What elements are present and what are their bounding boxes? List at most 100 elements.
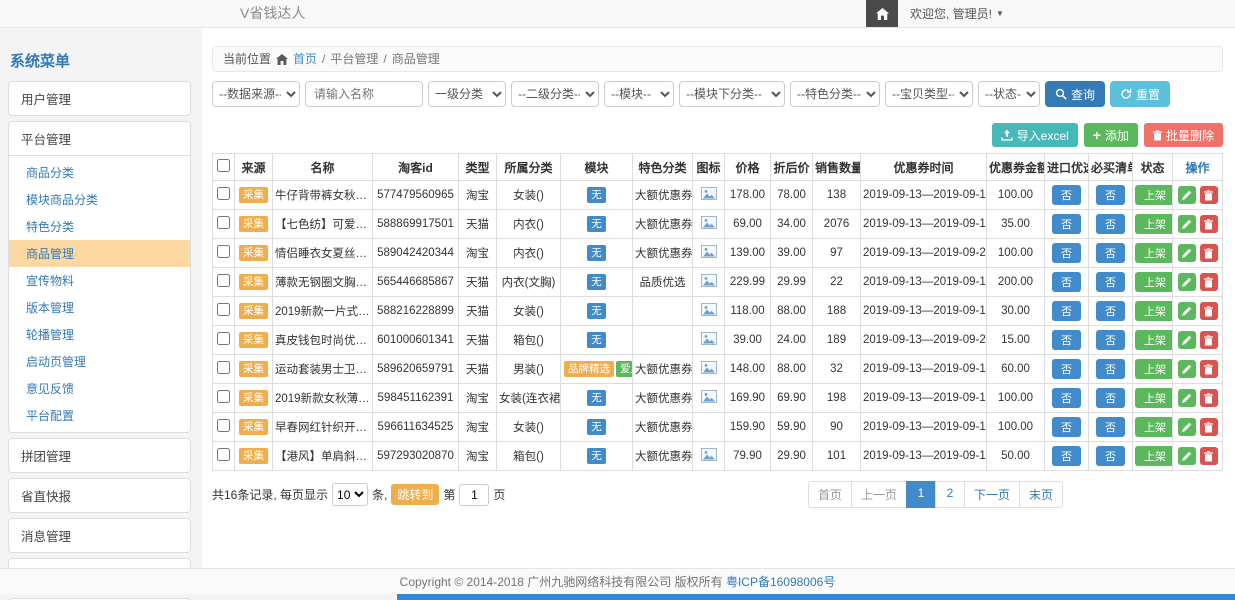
must-buy-toggle[interactable]: 否 xyxy=(1096,330,1125,350)
must-buy-toggle[interactable]: 否 xyxy=(1096,417,1125,437)
sidebar-subitem[interactable]: 商品分类 xyxy=(9,159,190,186)
select-all-checkbox[interactable] xyxy=(217,159,230,172)
import-select-toggle[interactable]: 否 xyxy=(1052,388,1081,408)
import-select-toggle[interactable]: 否 xyxy=(1052,446,1081,466)
must-buy-toggle[interactable]: 否 xyxy=(1096,359,1125,379)
must-buy-toggle[interactable]: 否 xyxy=(1096,214,1125,234)
sidebar-item[interactable]: 消息管理 xyxy=(9,519,190,552)
import-select-toggle[interactable]: 否 xyxy=(1052,301,1081,321)
import-select-toggle[interactable]: 否 xyxy=(1052,185,1081,205)
sidebar-subitem[interactable]: 启动页管理 xyxy=(9,348,190,375)
page-button[interactable]: 上一页 xyxy=(851,481,907,508)
status-toggle[interactable]: 上架 xyxy=(1135,214,1173,234)
import-select-toggle[interactable]: 否 xyxy=(1052,214,1081,234)
filter-level2-category-select[interactable]: --二级分类-- xyxy=(511,81,599,107)
delete-button[interactable] xyxy=(1200,273,1218,291)
jump-button[interactable]: 跳转到 xyxy=(391,484,439,505)
must-buy-toggle[interactable]: 否 xyxy=(1096,243,1125,263)
jump-page-input[interactable] xyxy=(459,484,489,506)
filter-module-select[interactable]: --模块-- xyxy=(604,81,674,107)
page-button[interactable]: 下一页 xyxy=(964,481,1020,508)
edit-button[interactable] xyxy=(1178,302,1196,320)
edit-button[interactable] xyxy=(1178,244,1196,262)
sidebar-subitem[interactable]: 商品管理 xyxy=(9,240,190,267)
name-search-input[interactable] xyxy=(305,81,423,107)
delete-button[interactable] xyxy=(1200,360,1218,378)
delete-button[interactable] xyxy=(1200,215,1218,233)
status-toggle[interactable]: 上架 xyxy=(1135,330,1173,350)
row-checkbox[interactable] xyxy=(217,361,230,374)
sidebar-subitem[interactable]: 意见反馈 xyxy=(9,375,190,402)
row-checkbox[interactable] xyxy=(217,419,230,432)
filter-level1-category-select[interactable]: 一级分类 xyxy=(428,81,506,107)
row-checkbox[interactable] xyxy=(217,216,230,229)
edit-button[interactable] xyxy=(1178,389,1196,407)
icp-link[interactable]: 粤ICP备16098006号 xyxy=(726,575,835,589)
must-buy-toggle[interactable]: 否 xyxy=(1096,185,1125,205)
filter-item-type-select[interactable]: --宝贝类型-- xyxy=(885,81,973,107)
sidebar-item[interactable]: 拼团管理 xyxy=(9,439,190,472)
import-excel-button[interactable]: 导入excel xyxy=(992,123,1078,147)
row-checkbox[interactable] xyxy=(217,274,230,287)
filter-status-select[interactable]: --状态-- xyxy=(978,81,1040,107)
filter-module-subcategory-select[interactable]: --模块下分类-- xyxy=(679,81,785,107)
status-toggle[interactable]: 上架 xyxy=(1135,446,1173,466)
status-toggle[interactable]: 上架 xyxy=(1135,301,1173,321)
edit-button[interactable] xyxy=(1178,186,1196,204)
delete-button[interactable] xyxy=(1200,389,1218,407)
delete-button[interactable] xyxy=(1200,186,1218,204)
batch-delete-button[interactable]: 批量删除 xyxy=(1144,123,1223,147)
search-button[interactable]: 查询 xyxy=(1045,81,1105,107)
breadcrumb-home-link[interactable]: 首页 xyxy=(293,47,317,71)
sidebar-item[interactable]: 用户管理 xyxy=(9,82,190,115)
delete-button[interactable] xyxy=(1200,244,1218,262)
sidebar-subitem[interactable]: 平台配置 xyxy=(9,402,190,429)
edit-button[interactable] xyxy=(1178,215,1196,233)
status-toggle[interactable]: 上架 xyxy=(1135,243,1173,263)
per-page-select[interactable]: 10 xyxy=(332,483,368,506)
import-select-toggle[interactable]: 否 xyxy=(1052,330,1081,350)
must-buy-toggle[interactable]: 否 xyxy=(1096,301,1125,321)
row-checkbox[interactable] xyxy=(217,448,230,461)
delete-button[interactable] xyxy=(1200,447,1218,465)
page-button[interactable]: 末页 xyxy=(1019,481,1063,508)
import-select-toggle[interactable]: 否 xyxy=(1052,359,1081,379)
delete-button[interactable] xyxy=(1200,331,1218,349)
must-buy-toggle[interactable]: 否 xyxy=(1096,388,1125,408)
page-button[interactable]: 2 xyxy=(935,481,965,508)
sidebar-subitem[interactable]: 版本管理 xyxy=(9,294,190,321)
must-buy-toggle[interactable]: 否 xyxy=(1096,446,1125,466)
status-toggle[interactable]: 上架 xyxy=(1135,388,1173,408)
filter-data-source-select[interactable]: --数据来源-- xyxy=(212,81,300,107)
page-button[interactable]: 首页 xyxy=(808,481,852,508)
import-select-toggle[interactable]: 否 xyxy=(1052,417,1081,437)
row-checkbox[interactable] xyxy=(217,332,230,345)
status-toggle[interactable]: 上架 xyxy=(1135,359,1173,379)
status-toggle[interactable]: 上架 xyxy=(1135,417,1173,437)
sidebar-item[interactable]: 省直快报 xyxy=(9,479,190,512)
sidebar-subitem[interactable]: 特色分类 xyxy=(9,213,190,240)
reset-button[interactable]: 重置 xyxy=(1110,81,1170,107)
sidebar-subitem[interactable]: 宣传物料 xyxy=(9,267,190,294)
sidebar-item[interactable]: 平台管理 xyxy=(9,122,190,155)
sidebar-subitem[interactable]: 轮播管理 xyxy=(9,321,190,348)
must-buy-toggle[interactable]: 否 xyxy=(1096,272,1125,292)
row-checkbox[interactable] xyxy=(217,390,230,403)
row-checkbox[interactable] xyxy=(217,245,230,258)
import-select-toggle[interactable]: 否 xyxy=(1052,272,1081,292)
row-checkbox[interactable] xyxy=(217,187,230,200)
edit-button[interactable] xyxy=(1178,418,1196,436)
filter-feature-category-select[interactable]: --特色分类-- xyxy=(790,81,880,107)
edit-button[interactable] xyxy=(1178,273,1196,291)
user-menu[interactable]: 欢迎您, 管理员! ▼ xyxy=(898,5,1016,22)
row-checkbox[interactable] xyxy=(217,303,230,316)
edit-button[interactable] xyxy=(1178,360,1196,378)
delete-button[interactable] xyxy=(1200,302,1218,320)
import-select-toggle[interactable]: 否 xyxy=(1052,243,1081,263)
status-toggle[interactable]: 上架 xyxy=(1135,272,1173,292)
edit-button[interactable] xyxy=(1178,331,1196,349)
add-button[interactable]: + 添加 xyxy=(1084,123,1138,147)
sidebar-subitem[interactable]: 模块商品分类 xyxy=(9,186,190,213)
home-button[interactable] xyxy=(866,0,898,27)
edit-button[interactable] xyxy=(1178,447,1196,465)
